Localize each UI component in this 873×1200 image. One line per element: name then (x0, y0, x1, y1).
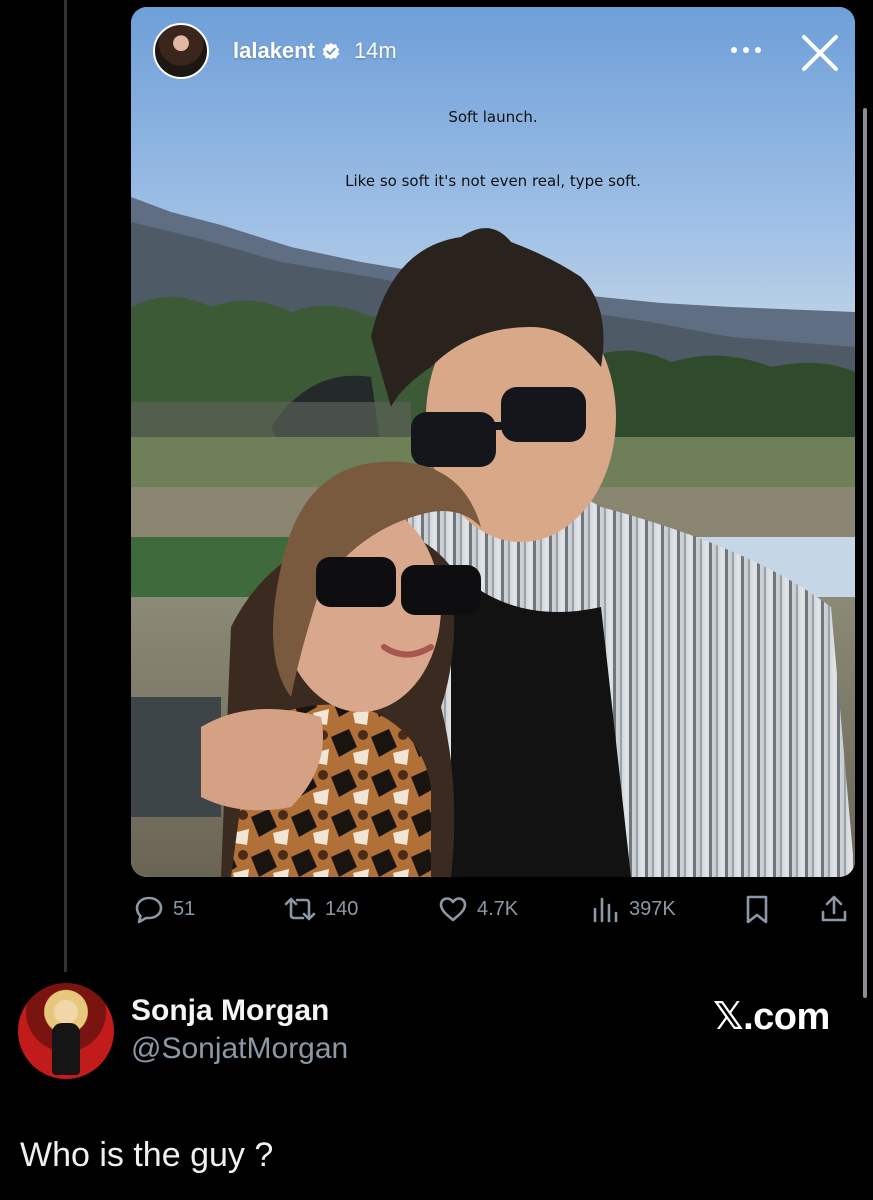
story-photo (131, 7, 855, 877)
thread-line (64, 0, 67, 972)
bookmark-icon (746, 895, 768, 924)
story-timestamp: 14m (353, 38, 397, 63)
post-text: Who is the guy ? (20, 1136, 274, 1174)
repost-count: 140 (325, 897, 359, 920)
reply-count: 51 (173, 897, 196, 920)
story-card[interactable]: lalakent 14m Soft launch. Like so soft i… (131, 7, 855, 877)
heart-icon (439, 897, 467, 922)
repost-button[interactable]: 140 (283, 893, 358, 925)
views-chart-icon (593, 897, 618, 923)
x-com-watermark: 𝕏.com (713, 996, 830, 1038)
share-button[interactable] (819, 893, 849, 925)
avatar[interactable] (153, 23, 209, 79)
like-count: 4.7K (477, 897, 519, 920)
action-bar: 51 140 4.7K 397K (131, 893, 855, 933)
reply-icon (135, 896, 163, 924)
close-icon[interactable] (796, 29, 844, 77)
author-name[interactable]: Sonja Morgan (131, 993, 348, 1029)
views-button[interactable]: 397K (591, 893, 676, 925)
verified-badge-icon (322, 42, 340, 60)
scrollbar[interactable] (863, 108, 867, 998)
story-header: lalakent 14m (153, 21, 397, 81)
avatar[interactable] (18, 983, 114, 1079)
views-count: 397K (629, 897, 676, 920)
story-caption-line-1: Soft launch. (448, 108, 538, 126)
share-icon (821, 895, 847, 922)
more-options-icon[interactable] (728, 40, 764, 60)
repost-icon (284, 897, 316, 921)
like-button[interactable]: 4.7K (437, 893, 518, 925)
bookmark-button[interactable] (743, 893, 771, 925)
reply-button[interactable]: 51 (133, 893, 195, 925)
story-username[interactable]: lalakent (233, 38, 315, 64)
author-handle[interactable]: @SonjatMorgan (131, 1029, 348, 1069)
quote-author: Sonja Morgan @SonjatMorgan (18, 983, 348, 1079)
story-caption-line-2: Like so soft it's not even real, type so… (345, 172, 641, 190)
